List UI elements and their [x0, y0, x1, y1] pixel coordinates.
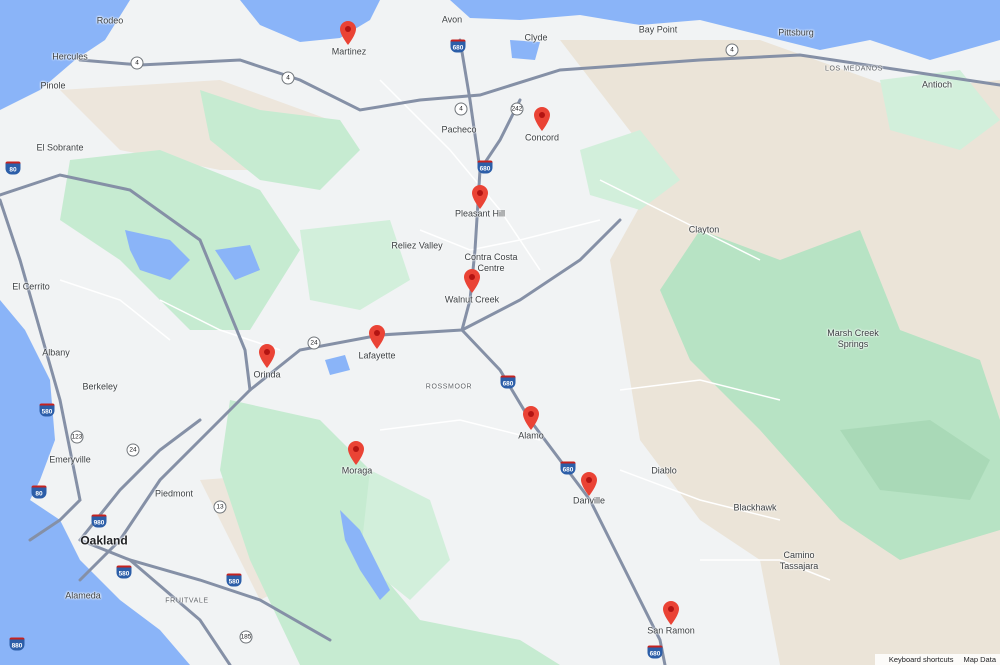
- city-label-lafayette: Lafayette: [358, 350, 396, 361]
- place-label: Diablo: [651, 465, 677, 476]
- city-label-san-ramon: San Ramon: [647, 625, 695, 636]
- location-marker-concord[interactable]: [532, 106, 552, 132]
- map-canvas[interactable]: Oakland Rodeo Hercules Pinole El Sobrant…: [0, 0, 1000, 665]
- interstate-580-shield: 580: [226, 573, 242, 587]
- place-label: Antioch: [921, 79, 953, 90]
- city-label-danville: Danville: [572, 495, 606, 506]
- map-data-link[interactable]: Map Data: [963, 655, 996, 664]
- district-label: LOS MEDANOS: [825, 65, 883, 73]
- water-bay: [240, 0, 380, 42]
- place-label: El Cerrito: [12, 281, 50, 292]
- place-label: Reliez Valley: [391, 240, 443, 251]
- interstate-80-shield: 80: [5, 161, 21, 175]
- route-123-marker: 123: [70, 430, 84, 444]
- route-185-marker: 185: [239, 630, 253, 644]
- location-marker-danville[interactable]: [579, 471, 599, 497]
- location-marker-lafayette[interactable]: [367, 324, 387, 350]
- place-label: Marsh Creek Springs: [827, 328, 879, 349]
- city-label-pleasant-hill: Pleasant Hill: [454, 208, 506, 219]
- place-label: Clyde: [524, 32, 548, 43]
- interstate-880-shield: 880: [9, 637, 25, 651]
- place-label: Rodeo: [96, 15, 124, 26]
- district-label: FRUITVALE: [165, 597, 209, 605]
- location-marker-orinda[interactable]: [257, 343, 277, 369]
- place-label: Hercules: [52, 51, 88, 62]
- district-label: ROSSMOOR: [425, 383, 473, 391]
- water-bay: [0, 300, 190, 665]
- place-label: Berkeley: [82, 381, 118, 392]
- place-label: Camino Tassajara: [779, 550, 819, 571]
- place-label: Pinole: [40, 80, 66, 91]
- route-4-marker: 4: [130, 56, 144, 70]
- city-label-concord: Concord: [524, 132, 560, 143]
- interstate-680-shield: 680: [647, 645, 663, 659]
- location-marker-walnut-creek[interactable]: [462, 268, 482, 294]
- place-label: Alameda: [65, 590, 101, 601]
- map-footer: Keyboard shortcuts Map Data: [874, 654, 1000, 665]
- city-label-alamo: Alamo: [518, 430, 544, 441]
- interstate-80-shield: 80: [31, 485, 47, 499]
- interstate-680-shield: 680: [500, 375, 516, 389]
- interstate-980-shield: 980: [91, 514, 107, 528]
- interstate-680-shield: 680: [450, 39, 466, 53]
- water-reservoir: [325, 355, 350, 375]
- keyboard-shortcuts-link[interactable]: Keyboard shortcuts: [889, 655, 954, 664]
- place-label: Piedmont: [154, 488, 194, 499]
- route-13-marker: 13: [213, 500, 227, 514]
- interstate-680-shield: 680: [560, 461, 576, 475]
- route-24-marker: 24: [307, 336, 321, 350]
- route-4-marker: 4: [725, 43, 739, 57]
- place-label: Pittsburg: [778, 27, 814, 38]
- place-label: Emeryville: [49, 454, 91, 465]
- interstate-680-shield: 680: [477, 160, 493, 174]
- route-242-marker: 242: [510, 102, 524, 116]
- location-marker-moraga[interactable]: [346, 440, 366, 466]
- place-label: Albany: [42, 347, 70, 358]
- location-marker-alamo[interactable]: [521, 405, 541, 431]
- city-label-martinez: Martinez: [331, 46, 367, 57]
- place-label: Bay Point: [638, 24, 678, 35]
- location-marker-san-ramon[interactable]: [661, 600, 681, 626]
- city-label-moraga: Moraga: [341, 465, 373, 476]
- interstate-580-shield: 580: [39, 403, 55, 417]
- place-label: Pacheco: [441, 124, 477, 135]
- location-marker-martinez[interactable]: [338, 20, 358, 46]
- route-4-marker: 4: [281, 71, 295, 85]
- place-label: Blackhawk: [733, 502, 777, 513]
- interstate-580-shield: 580: [116, 565, 132, 579]
- place-label: Clayton: [688, 224, 720, 235]
- location-marker-pleasant-hill[interactable]: [470, 184, 490, 210]
- route-24-marker: 24: [126, 443, 140, 457]
- place-label: Avon: [441, 14, 463, 25]
- city-label-orinda: Orinda: [253, 369, 281, 380]
- place-label: El Sobrante: [36, 142, 84, 153]
- city-label-walnut-creek: Walnut Creek: [444, 294, 500, 305]
- city-label-oakland: Oakland: [80, 533, 128, 548]
- route-4-marker: 4: [454, 102, 468, 116]
- park-area: [300, 220, 410, 310]
